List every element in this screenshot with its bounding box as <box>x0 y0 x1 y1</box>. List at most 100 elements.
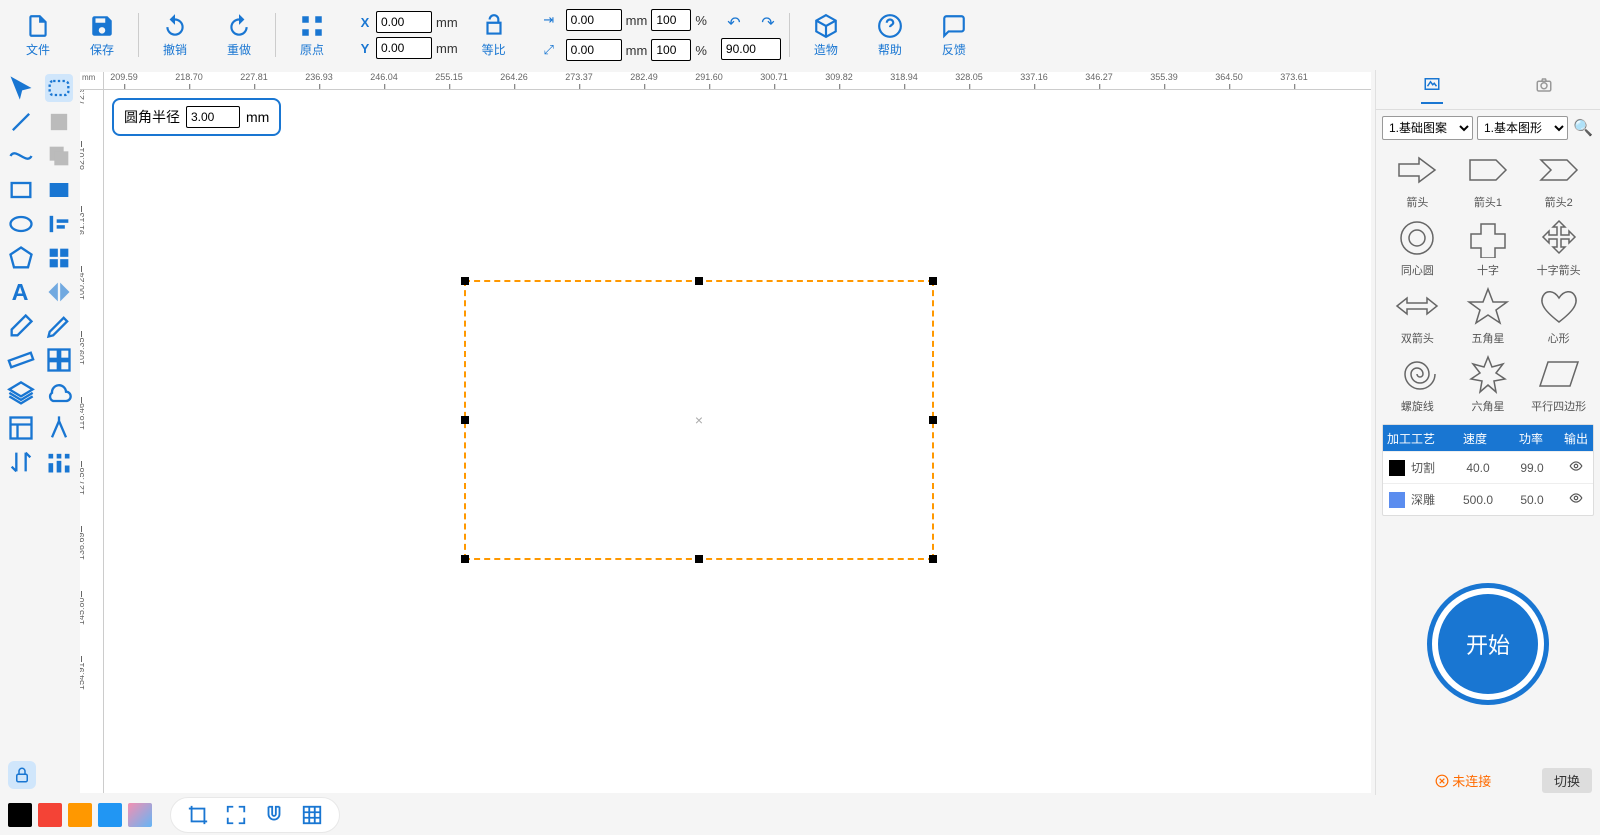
bottom-bar <box>0 795 1600 835</box>
shape-8[interactable]: 心形 <box>1525 286 1592 346</box>
handle-e[interactable] <box>929 416 937 424</box>
rotation-input[interactable] <box>721 38 781 60</box>
search-icon[interactable]: 🔍 <box>1572 118 1594 138</box>
shape-11[interactable]: 平行四边形 <box>1525 354 1592 414</box>
x-input[interactable] <box>376 11 432 33</box>
width-pct-input[interactable] <box>651 9 691 31</box>
mirror-tool[interactable] <box>45 278 73 306</box>
crop-icon[interactable] <box>187 804 209 826</box>
undo-button[interactable]: 撤销 <box>147 5 203 65</box>
shape-7[interactable]: 五角星 <box>1455 286 1522 346</box>
shape-9[interactable]: 螺旋线 <box>1384 354 1451 414</box>
height-input[interactable] <box>566 39 622 61</box>
handle-se[interactable] <box>929 555 937 563</box>
process-row-0[interactable]: 切割40.099.0 <box>1383 451 1593 483</box>
select-tool[interactable] <box>7 74 35 102</box>
subcategory-select[interactable]: 1.基本图形 <box>1477 116 1568 140</box>
start-button[interactable]: 开始 <box>1438 594 1538 694</box>
rotate-cw-icon[interactable]: ↷ <box>755 10 781 36</box>
shape-0[interactable]: 箭头 <box>1384 150 1451 210</box>
feedback-icon <box>941 13 967 39</box>
rotation-group: ↶ ↷ <box>721 10 781 60</box>
xy-position: Xmm Ymm <box>358 11 458 59</box>
redo-icon <box>226 13 252 39</box>
tab-shapes[interactable] <box>1421 75 1443 104</box>
width-input[interactable] <box>566 9 622 31</box>
wh-size: ⇥mm% ⤢mm% <box>536 7 707 63</box>
shape-3[interactable]: 同心圆 <box>1384 218 1451 278</box>
color-swatch-4[interactable] <box>128 803 152 827</box>
handle-ne[interactable] <box>929 277 937 285</box>
shape-1[interactable]: 箭头1 <box>1455 150 1522 210</box>
shape-2[interactable]: 箭头2 <box>1525 150 1592 210</box>
process-row-1[interactable]: 深雕500.050.0 <box>1383 483 1593 515</box>
round-rect-tool[interactable] <box>45 74 73 102</box>
help-button[interactable]: 帮助 <box>862 5 918 65</box>
origin-button[interactable]: 原点 <box>284 5 340 65</box>
handle-s[interactable] <box>695 555 703 563</box>
lock-button[interactable] <box>8 761 36 789</box>
ruler-tool[interactable] <box>7 346 35 374</box>
feedback-button[interactable]: 反馈 <box>926 5 982 65</box>
fit-icon[interactable] <box>225 804 247 826</box>
ruler-corner: mm <box>80 72 104 90</box>
tab-camera[interactable] <box>1533 76 1555 103</box>
align-tool[interactable] <box>45 210 73 238</box>
file-button[interactable]: 文件 <box>10 5 66 65</box>
text-tool[interactable]: A <box>7 278 35 306</box>
eraser-tool[interactable] <box>7 312 35 340</box>
array-tool[interactable] <box>45 346 73 374</box>
cube-icon <box>813 13 839 39</box>
ratio-button[interactable]: 等比 <box>466 5 522 65</box>
save-button[interactable]: 保存 <box>74 5 130 65</box>
handle-w[interactable] <box>461 416 469 424</box>
color-swatch-3[interactable] <box>98 803 122 827</box>
category-select[interactable]: 1.基础图案 <box>1382 116 1473 140</box>
shape-6[interactable]: 双箭头 <box>1384 286 1451 346</box>
center-marker: × <box>695 412 703 428</box>
line-tool[interactable] <box>7 108 35 136</box>
right-panel: 1.基础图案 1.基本图形 🔍 箭头箭头1箭头2 同心圆十字十字箭头双箭头五角星心… <box>1375 70 1600 795</box>
shape-10[interactable]: 六角星 <box>1455 354 1522 414</box>
redo-button[interactable]: 重做 <box>211 5 267 65</box>
handle-nw[interactable] <box>461 277 469 285</box>
width-icon: ⇥ <box>536 7 562 33</box>
height-pct-input[interactable] <box>651 39 691 61</box>
help-icon <box>877 13 903 39</box>
y-input[interactable] <box>376 37 432 59</box>
grid-icon[interactable] <box>301 804 323 826</box>
lock-open-icon <box>481 13 507 39</box>
curve-tool[interactable] <box>7 142 35 170</box>
undo-icon <box>162 13 188 39</box>
cloud-tool[interactable] <box>45 380 73 408</box>
round-radius-input[interactable] <box>186 106 240 128</box>
shape-grid: 箭头箭头1箭头2 同心圆十字十字箭头双箭头五角星心形螺旋线六角星平行四边形 <box>1376 146 1600 418</box>
copy-tool[interactable] <box>45 142 73 170</box>
shape-fill-tool[interactable] <box>45 108 73 136</box>
color-swatch-0[interactable] <box>8 803 32 827</box>
switch-button[interactable]: 切换 <box>1542 768 1592 793</box>
compass-tool[interactable] <box>45 414 73 442</box>
grid-tool[interactable] <box>45 244 73 272</box>
shape-5[interactable]: 十字箭头 <box>1525 218 1592 278</box>
process-panel: 加工工艺 速度 功率 输出 切割40.099.0深雕500.050.0 <box>1382 424 1594 516</box>
sort-tool[interactable] <box>7 448 35 476</box>
canvas-area[interactable]: mm 209.59218.70227.81236.93246.04255.152… <box>80 72 1371 793</box>
color-swatch-1[interactable] <box>38 803 62 827</box>
handle-sw[interactable] <box>461 555 469 563</box>
settings-tool[interactable] <box>45 448 73 476</box>
selection-box[interactable]: × <box>464 280 934 560</box>
layout-tool[interactable] <box>7 414 35 442</box>
pen-tool[interactable] <box>45 312 73 340</box>
fill-rect-tool[interactable] <box>45 176 73 204</box>
magnet-icon[interactable] <box>263 804 285 826</box>
layers-tool[interactable] <box>7 380 35 408</box>
handle-n[interactable] <box>695 277 703 285</box>
ellipse-tool[interactable] <box>7 210 35 238</box>
color-swatch-2[interactable] <box>68 803 92 827</box>
shape-4[interactable]: 十字 <box>1455 218 1522 278</box>
rotate-ccw-icon[interactable]: ↶ <box>721 10 747 36</box>
polygon-tool[interactable] <box>7 244 35 272</box>
make-button[interactable]: 造物 <box>798 5 854 65</box>
rect-tool[interactable] <box>7 176 35 204</box>
